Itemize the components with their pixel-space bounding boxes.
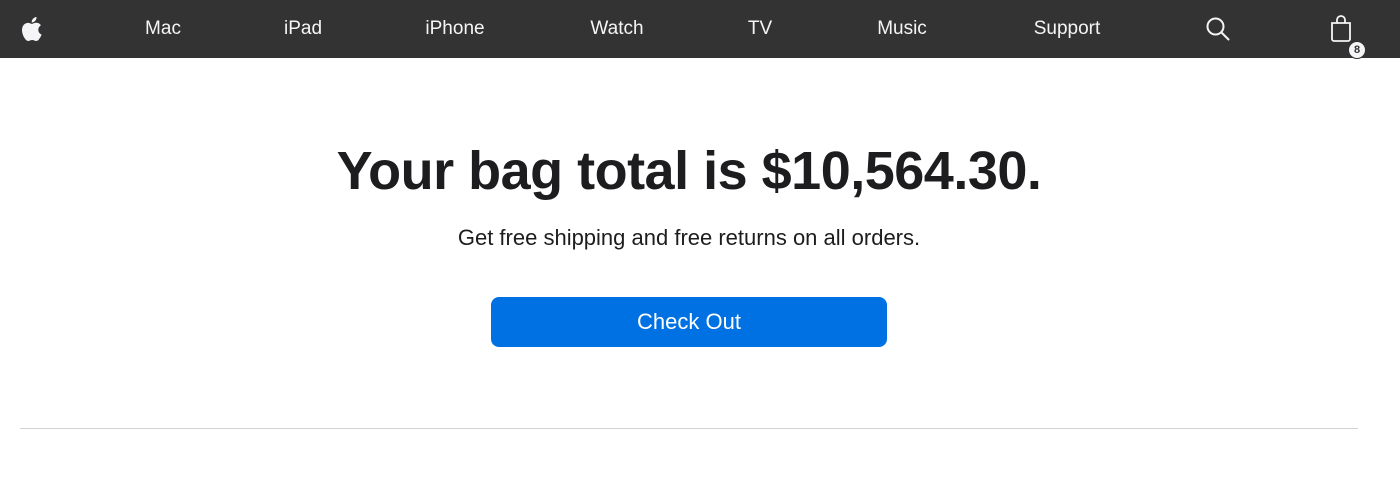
shipping-message: Get free shipping and free returns on al…: [457, 225, 921, 250]
nav-item-watch[interactable]: Watch: [590, 0, 643, 58]
bag-icon-wrapper: 8: [1328, 13, 1366, 59]
nav-item-tv[interactable]: TV: [748, 0, 772, 58]
shopping-bag-icon[interactable]: 8: [1328, 0, 1366, 59]
section-divider: [20, 428, 1358, 429]
bag-total-headline: Your bag total is $10,564.30.: [336, 141, 1042, 201]
nav-item-music[interactable]: Music: [877, 0, 927, 58]
nav-item-ipad[interactable]: iPad: [284, 0, 322, 58]
nav-item-mac[interactable]: Mac: [145, 0, 181, 58]
search-icon[interactable]: [1205, 0, 1231, 58]
bag-count-badge: 8: [1348, 41, 1366, 59]
search-icon-graphic: [1206, 17, 1230, 41]
global-nav: Mac iPad iPhone Watch TV Music Support 8: [0, 0, 1400, 59]
apple-logo-icon-graphic: [22, 17, 42, 42]
shopping-bag-icon-graphic: [1331, 15, 1351, 42]
apple-logo-icon[interactable]: [20, 0, 42, 58]
check-out-button[interactable]: Check Out: [491, 297, 887, 347]
nav-item-iphone[interactable]: iPhone: [425, 0, 484, 58]
nav-item-support[interactable]: Support: [1034, 0, 1101, 58]
